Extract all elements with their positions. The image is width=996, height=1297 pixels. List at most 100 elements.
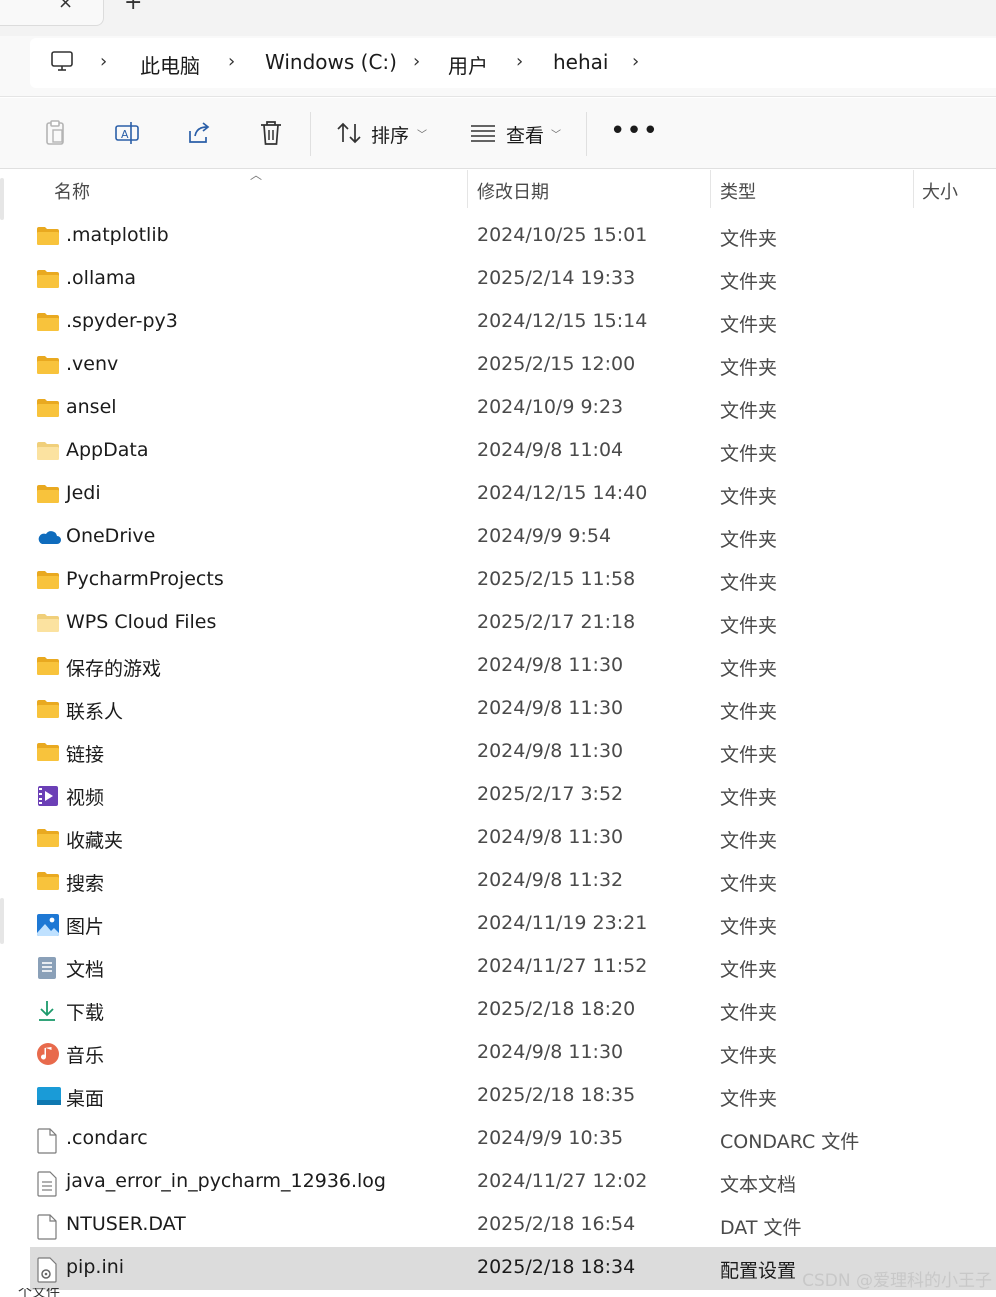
file-name: Jedi [66, 482, 101, 504]
file-row[interactable]: 联系人 2024/9/8 11:30 文件夹 [0, 688, 996, 731]
view-icon[interactable] [468, 118, 498, 148]
file-name: ansel [66, 396, 117, 418]
file-row[interactable]: 收藏夹 2024/9/8 11:30 文件夹 [0, 817, 996, 860]
file-row[interactable]: WPS Cloud Files 2025/2/17 21:18 文件夹 [0, 602, 996, 645]
file-type: 文件夹 [720, 873, 778, 895]
file-row[interactable]: 保存的游戏 2024/9/8 11:30 文件夹 [0, 645, 996, 688]
close-tab-icon[interactable]: × [58, 0, 73, 13]
file-modified-date: 2024/9/8 11:30 [477, 654, 624, 676]
file-name: .spyder-py3 [66, 310, 178, 332]
file-type: 文件夹 [720, 443, 778, 465]
file-name: 视频 [66, 787, 105, 809]
file-name: PycharmProjects [66, 568, 224, 590]
column-header-type[interactable]: 类型 [720, 178, 756, 204]
new-tab-icon[interactable]: + [124, 0, 142, 15]
music-icon [36, 1042, 60, 1065]
column-header-name[interactable]: 名称 [54, 178, 90, 204]
file-row[interactable]: 桌面 2025/2/18 18:35 文件夹 [0, 1075, 996, 1118]
column-divider[interactable] [467, 170, 468, 208]
file-row[interactable]: .matplotlib 2024/10/25 15:01 文件夹 [0, 215, 996, 258]
file-row[interactable]: .spyder-py3 2024/12/15 15:14 文件夹 [0, 301, 996, 344]
file-row[interactable]: 链接 2024/9/8 11:30 文件夹 [0, 731, 996, 774]
sort-icon[interactable] [334, 118, 364, 148]
chevron-right-icon[interactable]: › [413, 51, 420, 72]
file-row[interactable]: AppData 2024/9/8 11:04 文件夹 [0, 430, 996, 473]
file-modified-date: 2024/9/8 11:30 [477, 826, 624, 848]
file-row[interactable]: .ollama 2025/2/14 19:33 文件夹 [0, 258, 996, 301]
paste-icon [46, 120, 64, 145]
sort-ascending-icon: ︿ [250, 168, 263, 182]
chevron-right-icon[interactable]: › [228, 51, 235, 72]
file-row[interactable]: 视频 2025/2/17 3:52 文件夹 [0, 774, 996, 817]
chevron-right-icon[interactable]: › [632, 51, 639, 72]
folder-icon [36, 268, 60, 290]
file-type: 文件夹 [720, 1002, 778, 1024]
file-type: 文件夹 [720, 1045, 778, 1067]
watermark: CSDN @爱理科的小王子 [802, 1271, 992, 1291]
file-modified-date: 2024/12/15 15:14 [477, 310, 648, 332]
file-modified-date: 2025/2/18 18:35 [477, 1084, 636, 1106]
file-type: 文件夹 [720, 787, 778, 809]
column-header-date[interactable]: 修改日期 [477, 178, 549, 204]
file-row[interactable]: 下载 2025/2/18 18:20 文件夹 [0, 989, 996, 1032]
file-type: 文件夹 [720, 959, 778, 981]
scroll-marker [0, 178, 4, 220]
file-type: 文件夹 [720, 529, 778, 551]
breadcrumb-hehai[interactable]: hehai [553, 50, 608, 74]
file-name: 联系人 [66, 701, 124, 723]
view-button[interactable]: 查看 [506, 121, 544, 148]
column-header-size[interactable]: 大小 [922, 178, 958, 204]
file-row[interactable]: OneDrive 2024/9/9 9:54 文件夹 [0, 516, 996, 559]
folder-icon [36, 354, 60, 376]
downloads-icon [36, 999, 60, 1021]
chevron-right-icon[interactable]: › [100, 51, 107, 72]
file-row[interactable]: 音乐 2024/9/8 11:30 文件夹 [0, 1032, 996, 1075]
file-row[interactable]: ansel 2024/10/9 9:23 文件夹 [0, 387, 996, 430]
chevron-down-icon[interactable]: ﹀ [551, 126, 561, 141]
folder-icon [36, 311, 60, 333]
breadcrumb-windows-c[interactable]: Windows (C:) [265, 50, 397, 74]
command-bar: A 排序 ﹀ 查看 ﹀ ••• [0, 98, 996, 169]
file-modified-date: 2024/11/27 11:52 [477, 955, 648, 977]
toolbar-divider [586, 112, 587, 156]
file-row[interactable]: Jedi 2024/12/15 14:40 文件夹 [0, 473, 996, 516]
active-tab[interactable] [0, 0, 104, 26]
file-row[interactable]: 搜索 2024/9/8 11:32 文件夹 [0, 860, 996, 903]
file-row[interactable]: PycharmProjects 2025/2/15 11:58 文件夹 [0, 559, 996, 602]
more-options-button[interactable]: ••• [610, 116, 659, 146]
breadcrumb-users[interactable]: 用户 [448, 50, 488, 79]
file-row[interactable]: java_error_in_pycharm_12936.log 2024/11/2… [0, 1161, 996, 1204]
computer-icon[interactable] [50, 49, 74, 77]
folder-icon [36, 655, 60, 677]
file-type: 文件夹 [720, 572, 778, 594]
file-modified-date: 2024/9/8 11:32 [477, 869, 624, 891]
folder-icon [36, 397, 60, 419]
column-divider[interactable] [710, 170, 711, 208]
file-name: .ollama [66, 267, 137, 289]
file-row[interactable]: NTUSER.DAT2025/2/18 16:54DAT 文件16,89 [0, 1204, 996, 1247]
column-divider[interactable] [913, 170, 914, 208]
folder-icon [36, 870, 60, 892]
chevron-down-icon[interactable]: ﹀ [417, 126, 427, 141]
breadcrumb[interactable]: › 此电脑 › Windows (C:) › 用户 › hehai › [30, 38, 996, 88]
file-modified-date: 2024/10/25 15:01 [477, 224, 648, 246]
folder-icon [36, 483, 60, 505]
file-name: .condarc [66, 1127, 148, 1149]
file-modified-date: 2024/9/8 11:04 [477, 439, 624, 461]
paste-button[interactable] [40, 118, 70, 148]
file-modified-date: 2025/2/18 18:34 [477, 1256, 636, 1278]
chevron-right-icon[interactable]: › [516, 51, 523, 72]
sort-button[interactable]: 排序 [371, 121, 409, 148]
file-name: 搜索 [66, 873, 105, 895]
onedrive-cloud-icon [36, 526, 61, 548]
file-row[interactable]: .condarc 2024/9/9 10:35 CONDARC 文件 [0, 1118, 996, 1161]
file-row[interactable]: 图片 2024/11/19 23:21 文件夹 [0, 903, 996, 946]
file-type: 文件夹 [720, 744, 778, 766]
file-type: DAT 文件 [720, 1217, 802, 1239]
file-row[interactable]: 文档 2024/11/27 11:52 文件夹 [0, 946, 996, 989]
file-row[interactable]: .venv 2025/2/15 12:00 文件夹 [0, 344, 996, 387]
share-button[interactable] [184, 118, 214, 148]
breadcrumb-this-pc[interactable]: 此电脑 [140, 50, 200, 79]
rename-button[interactable]: A [112, 118, 142, 148]
delete-button[interactable] [256, 118, 286, 148]
